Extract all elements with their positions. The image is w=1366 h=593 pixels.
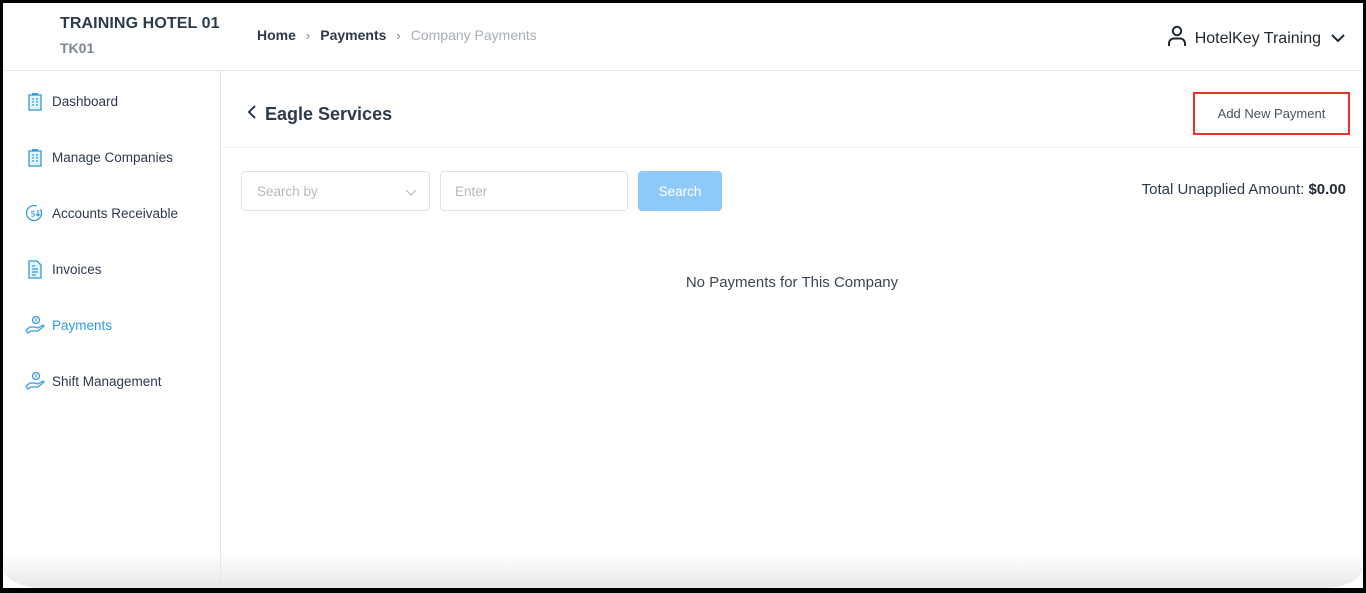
total-unapplied-amount: Total Unapplied Amount: $0.00 [1142, 181, 1346, 198]
page-header: Eagle Services Add New Payment [221, 71, 1363, 148]
sidebar-item-label: Accounts Receivable [52, 205, 179, 221]
app-window: TRAINING HOTEL 01 TK01 Home › Payments ›… [3, 3, 1363, 588]
breadcrumb-company-payments: Company Payments [410, 27, 537, 43]
sidebar-item-manage-companies[interactable]: Manage Companies [25, 147, 173, 167]
sidebar-item-label: Invoices [52, 261, 102, 277]
building-icon [25, 147, 45, 167]
user-menu[interactable]: HotelKey Training [1167, 25, 1345, 52]
top-header: TRAINING HOTEL 01 TK01 Home › Payments ›… [3, 3, 1363, 71]
document-icon [25, 259, 45, 279]
sidebar-item-label: Manage Companies [52, 149, 173, 165]
main-content: Eagle Services Add New Payment Search by… [221, 71, 1363, 588]
total-value: $0.00 [1308, 181, 1346, 198]
search-input[interactable] [440, 171, 628, 211]
sidebar-item-payments[interactable]: Payments [25, 315, 112, 335]
add-new-payment-button[interactable]: Add New Payment [1193, 92, 1350, 135]
hand-coin-icon [25, 371, 45, 391]
breadcrumb-home[interactable]: Home [257, 27, 296, 43]
sidebar-item-shift-management[interactable]: Shift Management [25, 371, 162, 391]
hotel-code: TK01 [60, 40, 95, 56]
empty-state-message: No Payments for This Company [685, 274, 899, 291]
sidebar-item-label: Payments [52, 317, 113, 333]
chevron-down-icon [405, 184, 417, 199]
sidebar-item-accounts-receivable[interactable]: $ Accounts Receivable [25, 203, 178, 223]
chevron-down-icon [1331, 30, 1345, 48]
svg-text:$: $ [30, 210, 36, 220]
back-chevron-icon[interactable] [247, 104, 257, 125]
sidebar-item-invoices[interactable]: Invoices [25, 259, 102, 279]
sidebar-item-label: Dashboard [52, 93, 119, 109]
breadcrumb-payments[interactable]: Payments [320, 27, 386, 43]
chevron-right-icon: › [396, 27, 401, 43]
page-title: Eagle Services [265, 104, 393, 124]
sidebar-item-dashboard[interactable]: Dashboard [25, 91, 118, 111]
building-icon [25, 91, 45, 111]
hotel-name: TRAINING HOTEL 01 [60, 15, 220, 32]
user-icon [1167, 25, 1187, 52]
search-button[interactable]: Search [638, 171, 722, 211]
search-by-select[interactable]: Search by [241, 171, 430, 211]
search-by-placeholder: Search by [257, 183, 318, 199]
hand-coin-icon [25, 315, 45, 335]
sidebar: Dashboard Manage Companies $ Accounts Re… [3, 71, 221, 588]
user-name: HotelKey Training [1194, 29, 1321, 47]
total-label: Total Unapplied Amount: [1141, 181, 1309, 198]
search-filters: Search by Search [241, 171, 722, 211]
dollar-circle-icon: $ [25, 203, 45, 223]
chevron-right-icon: › [305, 27, 311, 43]
breadcrumb: Home › Payments › Company Payments [257, 27, 537, 43]
sidebar-item-label: Shift Management [52, 373, 162, 389]
